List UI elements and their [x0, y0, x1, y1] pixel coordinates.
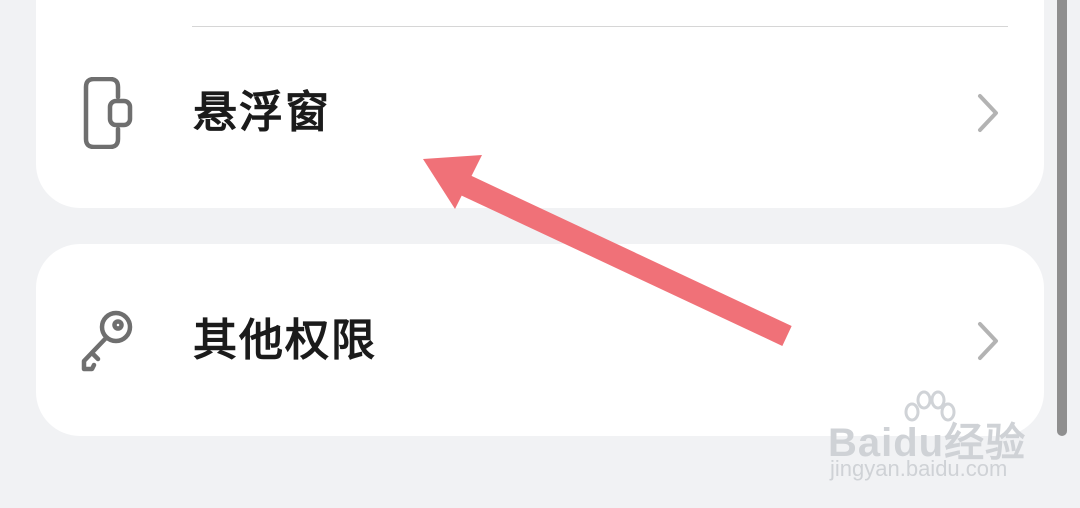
other-permissions-row[interactable]: 其他权限	[36, 276, 1044, 406]
chevron-right-icon	[978, 322, 998, 360]
floating-window-icon	[83, 77, 133, 149]
chevron-right-icon	[978, 94, 998, 132]
watermark: Baidu经验 jingyan.baidu.com	[826, 390, 1026, 490]
divider	[192, 26, 1008, 27]
floating-window-label: 悬浮窗	[193, 87, 331, 138]
scrollbar[interactable]	[1057, 0, 1067, 436]
key-icon	[81, 310, 133, 372]
watermark-url: jingyan.baidu.com	[830, 456, 1008, 481]
floating-window-row[interactable]: 悬浮窗	[36, 48, 1044, 178]
other-permissions-label: 其他权限	[193, 315, 377, 366]
